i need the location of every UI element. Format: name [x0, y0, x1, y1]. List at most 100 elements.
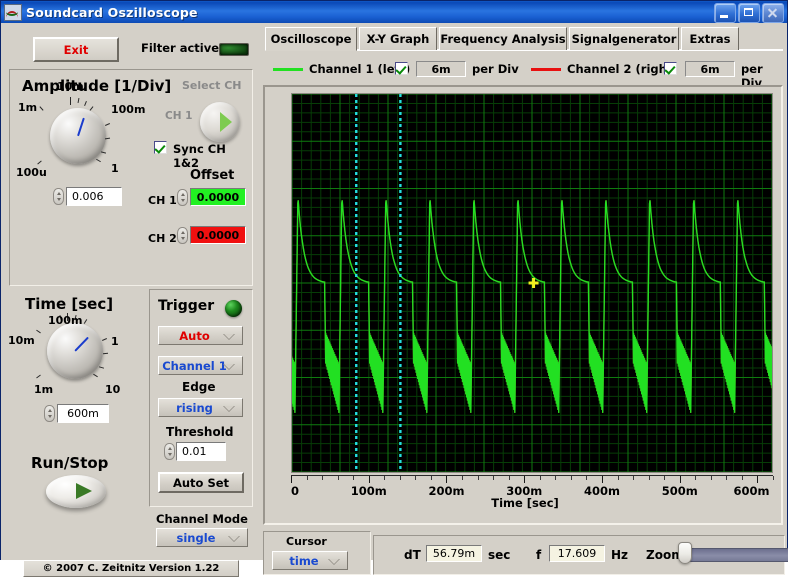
- oscilloscope-plot-area[interactable]: [291, 93, 773, 473]
- channel2-per-div-field[interactable]: 6m: [685, 61, 735, 77]
- offset-ch2-spinner[interactable]: [177, 227, 188, 244]
- copyright-label: © 2007 C. Zeitnitz Version 1.22: [23, 560, 239, 577]
- time-knob-label: 1m: [34, 383, 54, 396]
- amplitude-knob-label: 1m: [18, 101, 38, 114]
- x-axis-major-tick: [368, 476, 370, 483]
- amplitude-knob-tick: [37, 160, 42, 165]
- window-title: Soundcard Oszilloscope: [26, 4, 198, 20]
- trigger-source-dropdown[interactable]: Channel 1: [158, 356, 243, 375]
- chevron-down-icon: [223, 333, 235, 340]
- x-axis-minor-tick: [648, 476, 650, 480]
- tab-signalgenerator[interactable]: Signalgenerator: [569, 27, 679, 50]
- chevron-down-icon: [328, 558, 340, 565]
- time-knob-tick: [98, 366, 105, 369]
- amplitude-knob[interactable]: [50, 108, 106, 164]
- channel2-color-swatch: [531, 68, 561, 71]
- tab-strip: Oscilloscope X-Y Graph Frequency Analysi…: [263, 27, 783, 51]
- trigger-mode-value: Auto: [179, 328, 210, 343]
- tab-frequency-analysis[interactable]: Frequency Analysis: [439, 27, 567, 50]
- time-knob-label: 10m: [8, 334, 35, 347]
- chevron-down-icon: [223, 405, 235, 412]
- exit-button[interactable]: Exit: [33, 37, 119, 62]
- cursor-group: Cursor time: [263, 531, 371, 575]
- amplitude-knob-tick: [77, 97, 80, 104]
- offset-ch1-label: CH 1: [148, 194, 177, 207]
- time-knob-tick: [102, 352, 109, 355]
- x-axis-minor-tick: [430, 476, 432, 480]
- x-axis-minor-tick: [539, 476, 541, 480]
- filter-active-label: Filter active: [141, 41, 220, 55]
- x-axis-minor-tick: [726, 476, 728, 480]
- auto-set-button[interactable]: Auto Set: [158, 472, 244, 493]
- channel1-enable-checkbox[interactable]: [395, 62, 408, 75]
- threshold-field[interactable]: 0.01: [176, 442, 226, 461]
- time-spinner[interactable]: [44, 405, 55, 422]
- x-axis-minor-tick: [773, 476, 774, 480]
- time-knob-tick: [102, 338, 107, 341]
- amplitude-knob-label: 100m: [111, 103, 146, 116]
- trigger-title: Trigger: [158, 298, 215, 314]
- time-value-field[interactable]: 600m: [57, 404, 109, 423]
- amplitude-knob-label: 100u: [16, 166, 47, 179]
- trigger-mode-dropdown[interactable]: Auto: [158, 326, 243, 345]
- channel2-label: Channel 2 (right): [567, 62, 678, 76]
- x-axis-minor-tick: [633, 476, 635, 480]
- select-channel-button[interactable]: [200, 102, 240, 142]
- channel2-enable-checkbox[interactable]: [664, 62, 677, 75]
- amplitude-knob-label: 1: [111, 162, 119, 175]
- time-knob-tick: [83, 319, 88, 324]
- channel1-color-swatch: [273, 68, 303, 71]
- x-axis-major-tick: [679, 476, 681, 483]
- title-bar: Soundcard Oszilloscope: [1, 1, 787, 23]
- x-axis-minor-tick: [695, 476, 697, 480]
- application-window: Soundcard Oszilloscope Exit Filter activ…: [0, 0, 788, 577]
- amplitude-knob-tick: [100, 151, 107, 154]
- trigger-edge-value: rising: [176, 400, 213, 415]
- amplitude-knob-tick: [84, 100, 87, 107]
- x-axis-minor-tick: [322, 476, 324, 480]
- x-axis-major-tick: [757, 476, 759, 483]
- channel1-per-div-label: per Div: [472, 62, 519, 76]
- zoom-slider-thumb[interactable]: [678, 542, 692, 564]
- threshold-spinner[interactable]: [164, 443, 175, 460]
- offset-ch1-spinner[interactable]: [177, 189, 188, 206]
- chevron-down-icon: [228, 535, 240, 542]
- trigger-led: [225, 300, 242, 317]
- time-knob[interactable]: [47, 323, 103, 379]
- amplitude-knob-label: 10m: [57, 80, 84, 93]
- trigger-source-value: Channel 1: [162, 358, 227, 373]
- waveform-svg: [292, 94, 772, 472]
- amplitude-knob-tick: [89, 106, 94, 111]
- x-axis-line: [291, 475, 773, 476]
- amplitude-title: Amplitude [1/Div]: [22, 77, 172, 95]
- amplitude-group: Amplitude [1/Div] Select CH CH 1 1m 10m …: [9, 69, 253, 286]
- chevron-down-icon: [223, 363, 235, 370]
- frequency-field: 17.609: [549, 545, 605, 562]
- right-content-panel: Oscilloscope X-Y Graph Frequency Analysi…: [259, 23, 788, 575]
- cursor-mode-dropdown[interactable]: time: [272, 551, 348, 570]
- trigger-threshold-label: Threshold: [166, 425, 234, 439]
- channel1-per-div-field[interactable]: 6m: [416, 61, 466, 77]
- window-buttons: [714, 3, 784, 23]
- x-axis-minor-tick: [617, 476, 619, 480]
- sync-channels-checkbox[interactable]: [154, 141, 167, 154]
- close-button[interactable]: [762, 3, 784, 23]
- offset-ch1-field[interactable]: 0.0000: [190, 188, 246, 206]
- channel-mode-dropdown[interactable]: single: [156, 528, 248, 547]
- offset-ch2-field[interactable]: 0.0000: [190, 226, 246, 244]
- tab-oscilloscope[interactable]: Oscilloscope: [265, 27, 357, 51]
- trigger-edge-dropdown[interactable]: rising: [158, 398, 243, 417]
- x-axis-major-tick: [446, 476, 448, 483]
- tab-xy-graph[interactable]: X-Y Graph: [359, 27, 437, 50]
- tab-extras[interactable]: Extras: [681, 27, 739, 50]
- minimize-button[interactable]: [714, 3, 736, 23]
- x-axis-minor-tick: [306, 476, 308, 480]
- oscilloscope-plot-frame: 0 100m 200m 300m 400m 500m 600m Time [sec]: [263, 85, 783, 525]
- maximize-button[interactable]: [738, 3, 760, 23]
- x-axis-minor-tick: [586, 476, 588, 480]
- run-stop-button[interactable]: [46, 475, 106, 508]
- amplitude-spinner[interactable]: [53, 188, 64, 205]
- amplitude-value-field[interactable]: 0.006: [66, 187, 122, 206]
- x-axis-title: Time [sec]: [491, 496, 559, 510]
- app-icon: [4, 3, 22, 21]
